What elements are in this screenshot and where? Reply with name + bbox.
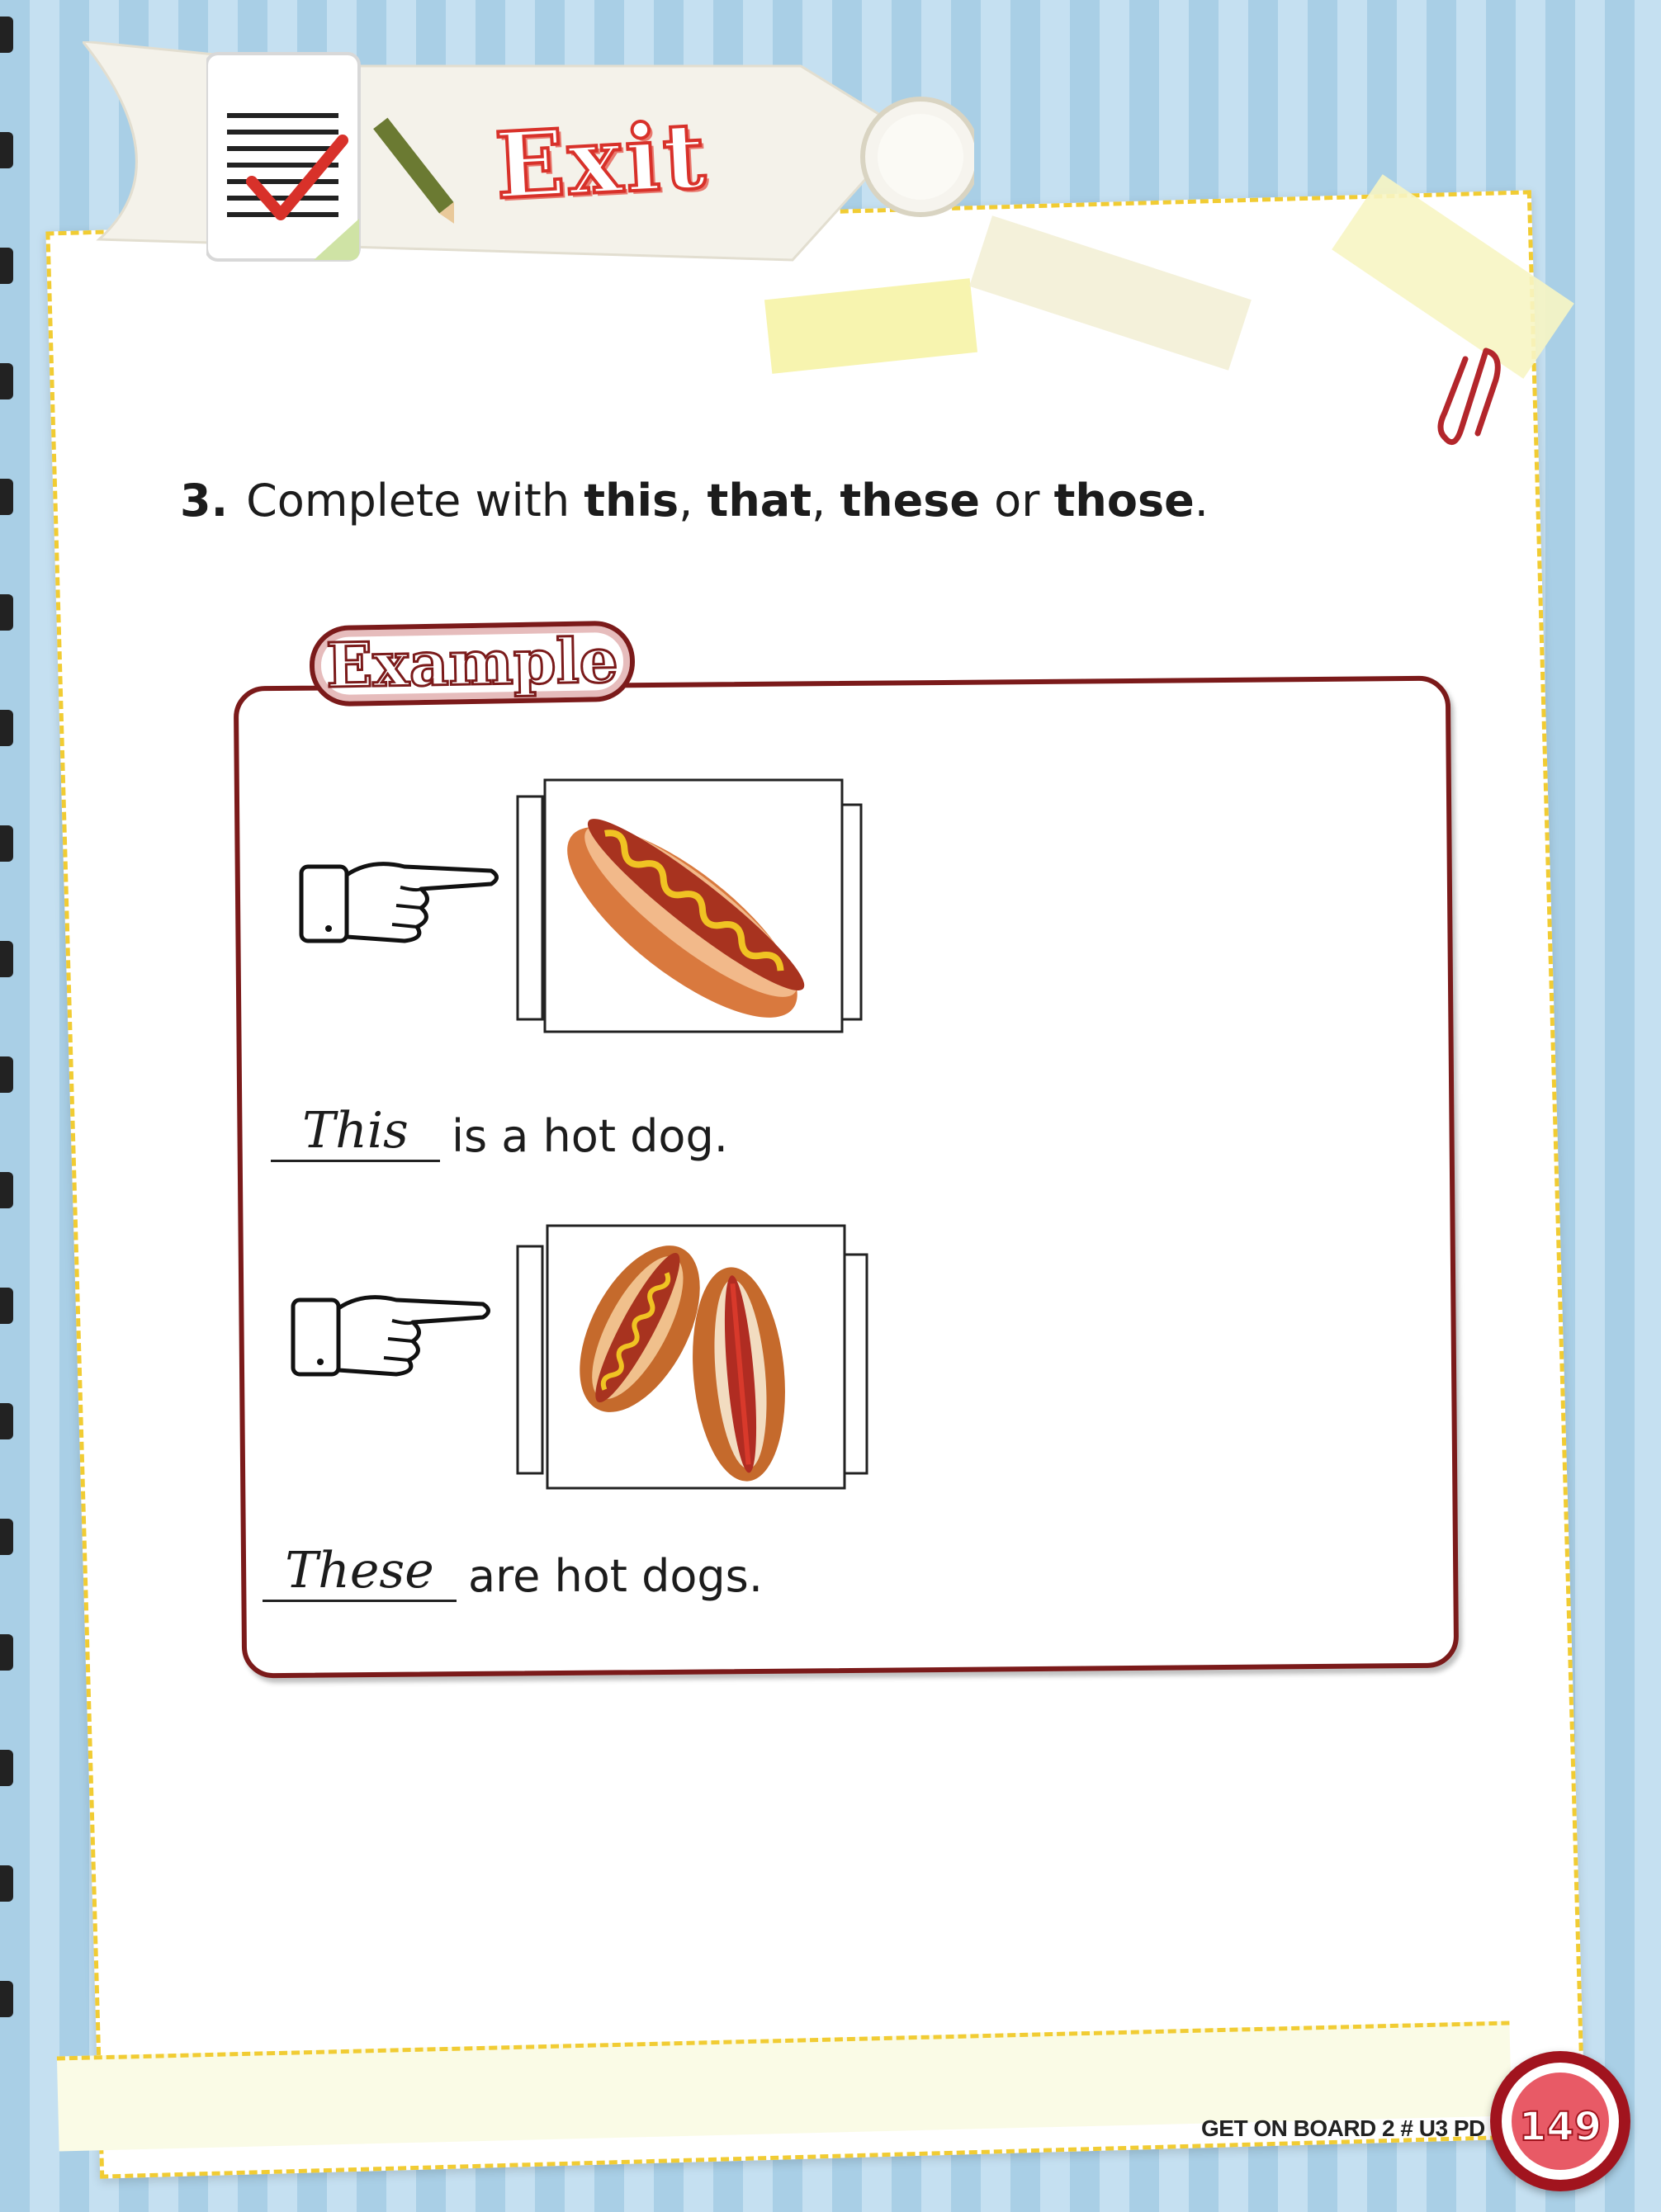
word-that: that xyxy=(707,475,812,527)
example-badge: Example xyxy=(309,620,636,707)
example-sentence-2: These are hot dogs. xyxy=(263,1542,763,1602)
badge-inner: 149 xyxy=(1512,2073,1609,2170)
instruction-text: Complete with xyxy=(246,475,584,527)
separator: , xyxy=(812,475,840,527)
example-sentence-1: This is a hot dog. xyxy=(271,1102,728,1162)
separator: . xyxy=(1194,475,1209,527)
hot-dog-image xyxy=(516,778,863,1033)
binder-holes xyxy=(0,17,13,2212)
exit-title: Exit xyxy=(491,100,712,220)
checklist-icon xyxy=(206,52,454,262)
word-this: this xyxy=(584,475,679,527)
footer-book-title: GET ON BOARD 2 # U3 PD xyxy=(1201,2115,1485,2141)
word-these: these xyxy=(840,475,981,527)
pointing-hand-icon xyxy=(291,1295,490,1377)
exercise-instruction: 3. Complete with this, that, these or tho… xyxy=(180,475,1209,527)
sentence-text: are hot dogs. xyxy=(468,1550,763,1602)
sentence-text: is a hot dog. xyxy=(452,1110,728,1162)
page-number-badge: 149 xyxy=(1490,2051,1630,2191)
paper-clip-icon xyxy=(1437,347,1501,446)
separator: or xyxy=(980,475,1054,527)
answer-blank: This xyxy=(271,1102,440,1162)
pointing-hand-icon xyxy=(299,862,499,943)
word-those: those xyxy=(1053,475,1195,527)
answer-blank: These xyxy=(263,1542,457,1602)
separator: , xyxy=(679,475,707,527)
page-number: 149 xyxy=(1518,2103,1602,2151)
two-hot-dogs-image xyxy=(516,1224,868,1490)
exercise-number: 3. xyxy=(180,475,229,527)
